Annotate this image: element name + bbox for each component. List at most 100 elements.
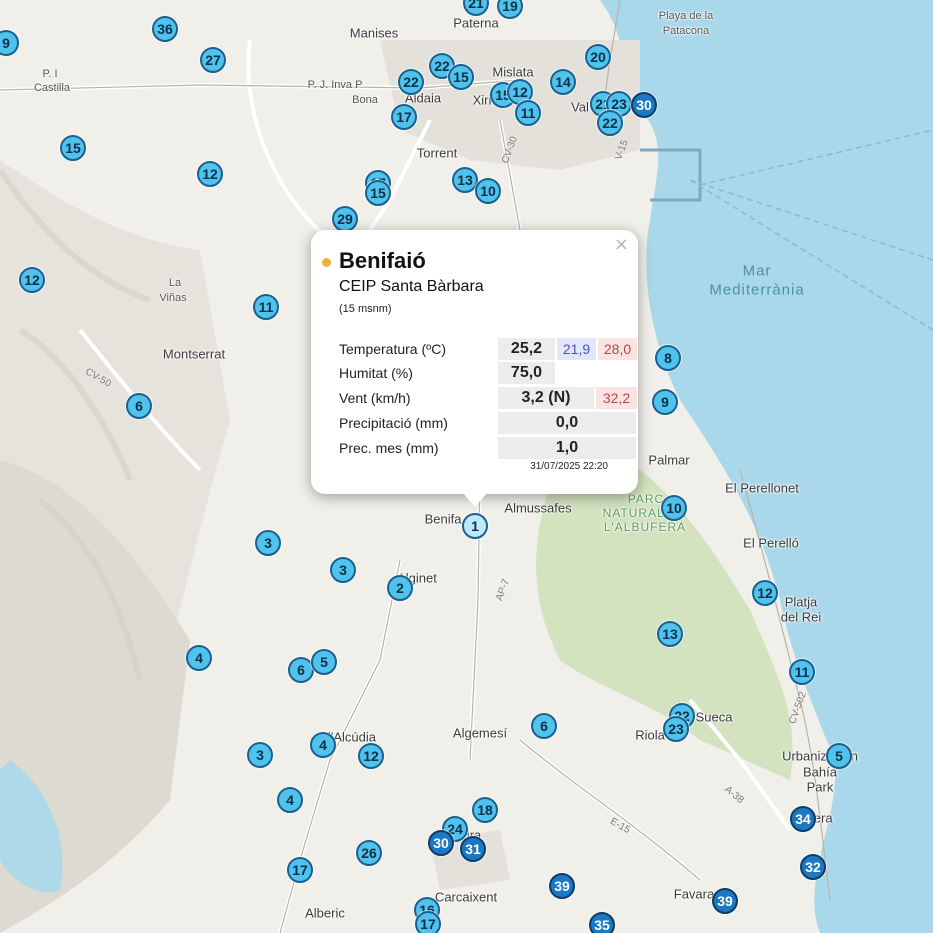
station-marker[interactable]: 13 bbox=[657, 621, 683, 647]
place-label: Viñas bbox=[159, 292, 187, 304]
station-marker[interactable]: 22 bbox=[597, 110, 623, 136]
station-marker[interactable]: 34 bbox=[790, 806, 816, 832]
precipitation-label: Precipitació (mm) bbox=[339, 415, 448, 431]
station-marker[interactable]: 9 bbox=[652, 389, 678, 415]
station-marker[interactable]: 35 bbox=[589, 912, 615, 933]
close-button[interactable]: × bbox=[614, 234, 629, 255]
station-marker[interactable]: 5 bbox=[311, 649, 337, 675]
precipitation-row: Precipitació (mm) 0,0 bbox=[339, 412, 639, 434]
station-marker[interactable]: 11 bbox=[515, 100, 541, 126]
place-label: del Rei bbox=[780, 609, 822, 625]
station-marker[interactable]: 15 bbox=[60, 135, 86, 161]
station-marker[interactable]: 15 bbox=[448, 64, 474, 90]
station-marker[interactable]: 12 bbox=[358, 743, 384, 769]
station-marker[interactable]: 22 bbox=[398, 69, 424, 95]
place-label: El Perelló bbox=[743, 535, 799, 551]
station-marker[interactable]: 4 bbox=[186, 645, 212, 671]
month-precipitation-label: Prec. mes (mm) bbox=[339, 440, 439, 456]
sea-label: Mediterrània bbox=[709, 281, 805, 299]
station-marker[interactable]: 11 bbox=[789, 659, 815, 685]
station-marker[interactable]: 39 bbox=[549, 873, 575, 899]
wind-gust: 32,2 bbox=[596, 387, 637, 409]
station-marker[interactable]: 3 bbox=[247, 742, 273, 768]
station-marker[interactable]: 2 bbox=[387, 575, 413, 601]
weather-map[interactable]: Paterna Playa de la Patacona Manises Mis… bbox=[0, 0, 933, 933]
place-label: Platja bbox=[784, 594, 818, 610]
station-marker[interactable]: 10 bbox=[661, 495, 687, 521]
station-marker[interactable]: 14 bbox=[550, 69, 576, 95]
station-marker[interactable]: 12 bbox=[197, 161, 223, 187]
place-label: Park bbox=[806, 779, 834, 795]
temperature-label: Temperatura (ºC) bbox=[339, 341, 447, 357]
station-name: CEIP Santa Bàrbara bbox=[339, 278, 484, 295]
timestamp: 31/07/2025 22:20 bbox=[530, 461, 608, 472]
station-marker[interactable]: 26 bbox=[356, 840, 382, 866]
station-marker[interactable]: 11 bbox=[253, 294, 279, 320]
sea-label: Mar bbox=[742, 262, 772, 280]
station-marker[interactable]: 36 bbox=[152, 16, 178, 42]
place-label: Torrent bbox=[416, 145, 458, 161]
station-altitude: (15 msnm) bbox=[339, 303, 392, 315]
place-label: Patacona bbox=[662, 25, 710, 37]
station-marker[interactable]: 18 bbox=[472, 797, 498, 823]
station-marker[interactable]: 23 bbox=[663, 716, 689, 742]
popup-title: Benifaió bbox=[339, 248, 426, 273]
station-marker-selected[interactable]: 1 bbox=[462, 513, 488, 539]
station-marker[interactable]: 6 bbox=[126, 393, 152, 419]
station-marker[interactable]: 29 bbox=[332, 206, 358, 232]
temperature-value: 25,2 bbox=[498, 338, 555, 360]
station-marker[interactable]: 15 bbox=[365, 180, 391, 206]
station-marker[interactable]: 39 bbox=[712, 888, 738, 914]
place-label: Montserrat bbox=[162, 346, 226, 362]
wind-value: 3,2 bbox=[521, 389, 544, 406]
station-marker[interactable]: 32 bbox=[800, 854, 826, 880]
place-label: Sueca bbox=[695, 709, 733, 725]
place-label: Val bbox=[571, 99, 589, 115]
station-marker[interactable]: 17 bbox=[391, 104, 417, 130]
month-precipitation-row: Prec. mes (mm) 1,0 bbox=[339, 437, 639, 459]
station-marker[interactable]: 12 bbox=[752, 580, 778, 606]
place-label: Alberic bbox=[305, 905, 345, 921]
station-marker[interactable]: 30 bbox=[631, 92, 657, 118]
place-label: Favara bbox=[673, 886, 715, 902]
wind-label: Vent (km/h) bbox=[339, 390, 411, 406]
place-label: Manises bbox=[349, 25, 399, 41]
place-label: Castilla bbox=[33, 82, 71, 94]
place-label: Xiri bbox=[472, 92, 492, 108]
place-label: P. J. Inva P bbox=[307, 79, 363, 91]
station-marker[interactable]: 4 bbox=[277, 787, 303, 813]
station-marker[interactable]: 3 bbox=[255, 530, 281, 556]
precipitation-value: 0,0 bbox=[498, 412, 636, 434]
temperature-row: Temperatura (ºC) 25,2 21,9 28,0 bbox=[339, 338, 639, 360]
station-marker[interactable]: 10 bbox=[475, 178, 501, 204]
station-marker[interactable]: 31 bbox=[460, 836, 486, 862]
station-marker[interactable]: 20 bbox=[585, 44, 611, 70]
station-marker[interactable]: 12 bbox=[19, 267, 45, 293]
place-label: El Perellonet bbox=[725, 480, 799, 496]
wind-value-cell: 3,2 (N) bbox=[498, 387, 594, 409]
place-label: Palmar bbox=[648, 452, 690, 468]
park-label: PARC bbox=[627, 492, 665, 506]
temperature-max: 28,0 bbox=[598, 338, 637, 360]
humidity-value: 75,0 bbox=[498, 362, 555, 384]
station-marker[interactable]: 17 bbox=[415, 911, 441, 933]
station-marker[interactable]: 17 bbox=[287, 857, 313, 883]
station-marker[interactable]: 8 bbox=[655, 345, 681, 371]
station-marker[interactable]: 6 bbox=[531, 713, 557, 739]
month-precipitation-value: 1,0 bbox=[498, 437, 636, 459]
place-label: Almussafes bbox=[504, 500, 572, 516]
wind-row: Vent (km/h) 3,2 (N) 32,2 bbox=[339, 387, 639, 409]
place-label: Bona bbox=[352, 94, 378, 106]
status-dot-icon bbox=[322, 258, 331, 267]
humidity-label: Humitat (%) bbox=[339, 365, 413, 381]
station-marker[interactable]: 5 bbox=[826, 743, 852, 769]
humidity-row: Humitat (%) 75,0 bbox=[339, 362, 639, 384]
place-label: P. I bbox=[42, 68, 58, 80]
station-marker[interactable]: 3 bbox=[330, 557, 356, 583]
station-marker[interactable]: 4 bbox=[310, 732, 336, 758]
place-label: Carcaixent bbox=[434, 889, 498, 905]
station-marker[interactable]: 30 bbox=[428, 830, 454, 856]
station-popup: × Benifaió CEIP Santa Bàrbara (15 msnm) … bbox=[311, 230, 638, 494]
wind-direction: (N) bbox=[548, 389, 571, 406]
station-marker[interactable]: 27 bbox=[200, 47, 226, 73]
